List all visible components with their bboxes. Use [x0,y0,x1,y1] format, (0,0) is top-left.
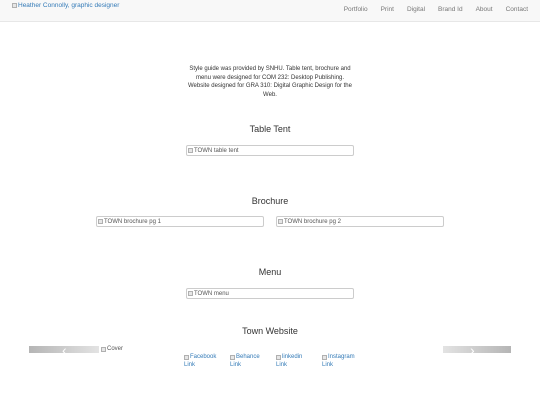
nav-link-print[interactable]: Print [381,6,394,13]
broken-image-icon [184,354,189,360]
behance-link[interactable]: Behance Link [230,353,270,369]
nav-link-about[interactable]: About [476,6,493,13]
linkedin-link[interactable]: linkedin Link [276,353,316,369]
brochure-image-2-alt: TOWN brochure pg 2 [284,218,341,225]
chevron-right-icon[interactable]: › [470,343,475,357]
broken-image-icon [230,354,235,360]
menu-image: TOWN menu [186,288,354,299]
instagram-link-suffix: Link [322,362,334,368]
facebook-link-suffix: Link [184,362,196,368]
instagram-link-text: Instagram [328,354,355,360]
brochure-image-1: TOWN brochure pg 1 [96,216,264,227]
chevron-left-icon[interactable]: ‹ [62,343,67,357]
nav-links: Portfolio Print Digital Brand Id About C… [331,6,528,13]
brand-logo-alt: Heather Connolly, graphic designer [18,2,120,9]
menu-title: Menu [258,267,282,277]
facebook-link-text: Facebook [190,354,217,360]
table-tent-image: TOWN table tent [186,145,354,156]
nav-link-contact[interactable]: Contact [506,6,528,13]
intro-text: Style guide was provided by SNHU. Table … [188,66,352,98]
linkedin-link-text: linkedin [282,354,303,360]
brand-logo-link[interactable]: Heather Connolly, graphic designer [12,2,119,9]
behance-link-suffix: Link [230,362,242,368]
nav-link-brand-id[interactable]: Brand Id [438,6,463,13]
broken-image-icon [188,148,193,153]
table-tent-image-alt: TOWN table tent [194,147,239,154]
broken-image-icon [276,354,281,360]
instagram-link[interactable]: Instagram Link [322,353,362,369]
brochure-image-1-alt: TOWN brochure pg 1 [104,218,161,225]
broken-image-icon [101,346,106,352]
facebook-link[interactable]: Facebook Link [184,353,224,369]
town-website-title: Town Website [242,326,298,336]
broken-image-icon [322,354,327,360]
menu-image-alt: TOWN menu [194,290,229,297]
nav-link-digital[interactable]: Digital [407,6,425,13]
broken-image-icon [98,219,103,224]
carousel-cover-image: Cover [101,346,123,352]
navbar: Heather Connolly, graphic designer Portf… [0,0,540,22]
broken-image-icon [12,3,17,8]
brochure-title: Brochure [251,196,289,206]
carousel-next-control[interactable] [443,346,511,353]
broken-image-icon [278,219,283,224]
brochure-image-2: TOWN brochure pg 2 [276,216,444,227]
table-tent-title: Table Tent [249,124,291,134]
linkedin-link-suffix: Link [276,362,288,368]
behance-link-text: Behance [236,354,260,360]
cover-image-alt: Cover [107,346,124,352]
broken-image-icon [188,291,193,296]
nav-link-portfolio[interactable]: Portfolio [344,6,368,13]
